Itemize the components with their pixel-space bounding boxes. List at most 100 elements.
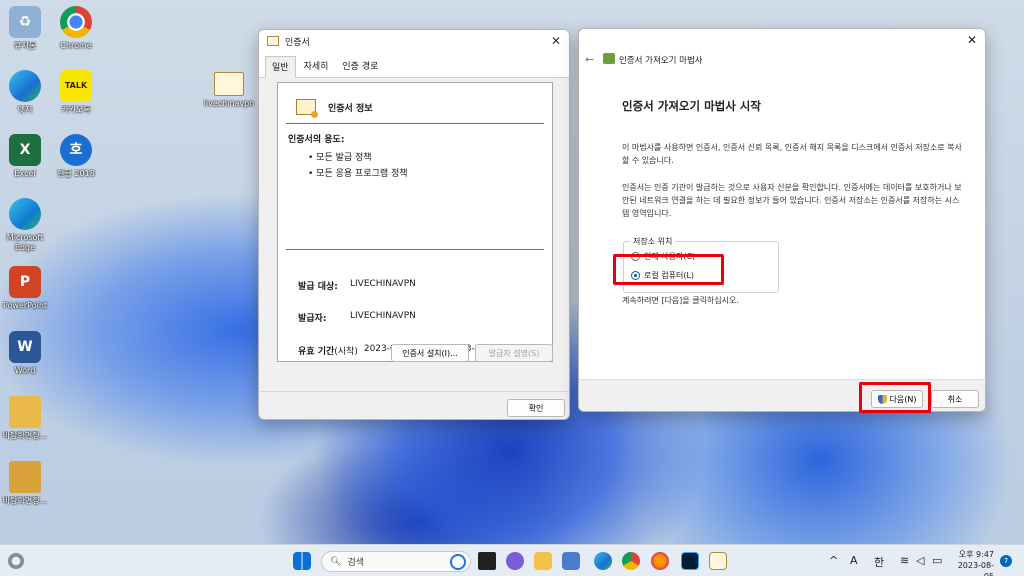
certificate-file-icon <box>214 72 244 96</box>
wizard-caption: 인증서 가져오기 마법사 <box>619 56 703 66</box>
speaker-icon[interactable]: ◁ <box>916 554 924 567</box>
certificate-window-title: 인증서 <box>285 37 310 48</box>
desktop-icon-label: Chrome <box>60 41 92 50</box>
taskbar-search[interactable]: 🔍︎ 검색 <box>321 551 471 572</box>
radio-label: 현재 사용자(C) <box>644 252 696 261</box>
widgets-icon[interactable] <box>8 553 24 569</box>
clock-time: 오후 9:47 <box>958 550 994 559</box>
desktop-icon-label: Excel <box>14 169 36 178</box>
certificate-icon <box>296 99 318 118</box>
bing-icon[interactable] <box>450 553 466 570</box>
chevron-up-icon[interactable]: ^ <box>829 554 838 567</box>
certificate-wizard-icon <box>603 53 615 64</box>
certificate-titlebar: 인증서 ✕ <box>259 30 569 52</box>
desktop-icon-label: 카카오톡 <box>61 105 91 114</box>
chrome-icon[interactable] <box>622 552 640 570</box>
wizard-header: ← 인증서 가져오기 마법사 ✕ <box>579 29 985 87</box>
certificate-icon <box>267 36 279 46</box>
battery-icon[interactable]: ▭ <box>932 554 942 567</box>
file-explorer-icon[interactable] <box>534 552 552 570</box>
clock[interactable]: 오후 9:47 2023-08-05 <box>948 549 994 576</box>
purpose-item: 모든 발급 정책 <box>308 150 542 163</box>
task-view-icon[interactable] <box>478 552 496 570</box>
radio-button-selected[interactable] <box>631 271 640 280</box>
close-icon[interactable]: ✕ <box>967 33 977 47</box>
next-button[interactable]: 다음(N) <box>871 390 923 408</box>
cancel-button[interactable]: 취소 <box>931 390 979 408</box>
issuer-statement-button[interactable]: 발급자 설명(S) <box>475 344 553 362</box>
desktop-icon-folder-2[interactable]: 바탕화면정... <box>0 461 50 506</box>
desktop-icon-excel[interactable]: X Excel <box>0 134 50 179</box>
desktop-icon-word[interactable]: W Word <box>0 331 50 376</box>
issued-by-value: LIVECHINAVPN <box>350 311 416 321</box>
folder-icon <box>9 461 41 493</box>
desktop-icon-livechinavpn[interactable]: livechinavpn <box>203 72 255 109</box>
desktop-icon-label: 엣지 <box>17 105 33 114</box>
notification-badge[interactable]: 7 <box>1000 555 1012 567</box>
tab-details[interactable]: 자세히 <box>298 56 335 77</box>
desktop-icon-label: 휴지통 <box>13 41 37 50</box>
divider <box>286 249 544 250</box>
start-windows-icon[interactable] <box>293 552 311 570</box>
chrome-icon <box>60 6 92 38</box>
desktop-icon-folder-1[interactable]: 바탕화면정... <box>0 396 50 441</box>
purpose-item: 모든 응용 프로그램 정책 <box>308 166 542 179</box>
wifi-icon[interactable]: ≋ <box>900 554 909 567</box>
desktop-icon-recycle-bin[interactable]: ♻ 휴지통 <box>0 6 50 51</box>
next-button-label: 다음(N) <box>889 394 917 404</box>
desktop-icon-microsoft-edge[interactable]: Microsoft Edge <box>0 198 50 253</box>
ime-indicator[interactable]: 한 <box>874 554 884 570</box>
back-arrow-icon[interactable]: ← <box>585 53 594 66</box>
search-placeholder: 검색 <box>347 558 364 568</box>
ok-button[interactable]: 확인 <box>507 399 565 417</box>
input-language-indicator[interactable]: A <box>850 554 858 567</box>
tab-general[interactable]: 일반 <box>265 56 296 78</box>
certificate-window: 인증서 ✕ 일반 자세히 인증 경로 인증서 정보 인증서의 용도: 모든 발급… <box>258 29 570 420</box>
certificate-app-icon[interactable] <box>709 552 727 570</box>
install-certificate-button[interactable]: 인증서 설치(I)... <box>391 344 469 362</box>
taskbar: 🔍︎ 검색 ^ A 한 ≋ ◁ ▭ 오후 9:47 2023-08-05 7 <box>0 544 1024 576</box>
desktop-icon-label: PowerPoint <box>2 301 48 310</box>
firefox-icon[interactable] <box>651 552 669 570</box>
edge-icon[interactable] <box>594 552 612 570</box>
store-icon[interactable] <box>562 552 580 570</box>
powerpoint-icon: P <box>9 266 41 298</box>
import-wizard-window: ← 인증서 가져오기 마법사 ✕ 인증서 가져오기 마법사 시작 이 마법사를 … <box>578 28 986 412</box>
desktop-icon-powerpoint[interactable]: P PowerPoint <box>0 266 50 311</box>
desktop-icon-chrome[interactable]: Chrome <box>51 6 101 51</box>
issued-to-row: 발급 대상: LIVECHINAVPN <box>298 279 416 292</box>
tab-cert-path[interactable]: 인증 경로 <box>336 56 384 77</box>
certificate-info-header: 인증서 정보 <box>286 83 544 124</box>
chat-icon[interactable] <box>506 552 524 570</box>
desktop-icon-label: 바탕화면정... <box>2 496 48 505</box>
folder-icon <box>9 396 41 428</box>
close-icon[interactable]: ✕ <box>551 34 561 48</box>
shield-icon <box>877 394 887 404</box>
radio-local-machine[interactable]: 로컬 컴퓨터(L) <box>631 270 694 281</box>
wizard-description-text: 인증서는 인증 기관이 발급하는 것으로 사용자 신분을 확인합니다. 인증서에… <box>622 183 962 218</box>
desktop-icon-kakaotalk[interactable]: TALK 카카오톡 <box>51 70 101 115</box>
edge-icon <box>9 70 41 102</box>
certificate-info-panel: 인증서 정보 인증서의 용도: 모든 발급 정책 모든 응용 프로그램 정책 발… <box>277 82 553 362</box>
radio-button[interactable] <box>631 252 640 261</box>
photoshop-icon[interactable] <box>681 552 699 570</box>
desktop-icon-hangul[interactable]: 호 한글 2018 <box>51 134 101 179</box>
word-icon: W <box>9 331 41 363</box>
validity-start-label: (시작) <box>334 347 358 357</box>
wizard-footer <box>579 379 985 411</box>
desktop-icon-label: 바탕화면정... <box>2 431 48 440</box>
purpose-heading: 인증서의 용도: <box>288 135 345 145</box>
certificate-info-title: 인증서 정보 <box>328 103 373 114</box>
wizard-heading: 인증서 가져오기 마법사 시작 <box>622 99 761 113</box>
desktop-icon-label: 한글 2018 <box>57 169 95 178</box>
certificate-tabs: 일반 자세히 인증 경로 <box>259 52 569 78</box>
issued-to-label: 발급 대상: <box>298 282 338 292</box>
desktop-icon-edge[interactable]: 엣지 <box>0 70 50 115</box>
kakaotalk-icon: TALK <box>60 70 92 102</box>
validity-label: 유효 기간 <box>298 347 335 357</box>
clock-date: 2023-08-05 <box>957 561 994 576</box>
store-location-label: 저장소 위치 <box>630 236 676 247</box>
wizard-intro-text: 이 마법사를 사용하면 인증서, 인증서 신뢰 목록, 인증서 해지 목록을 디… <box>622 143 962 165</box>
radio-current-user[interactable]: 현재 사용자(C) <box>631 251 695 262</box>
desktop-icon-label: livechinavpn <box>203 99 255 108</box>
